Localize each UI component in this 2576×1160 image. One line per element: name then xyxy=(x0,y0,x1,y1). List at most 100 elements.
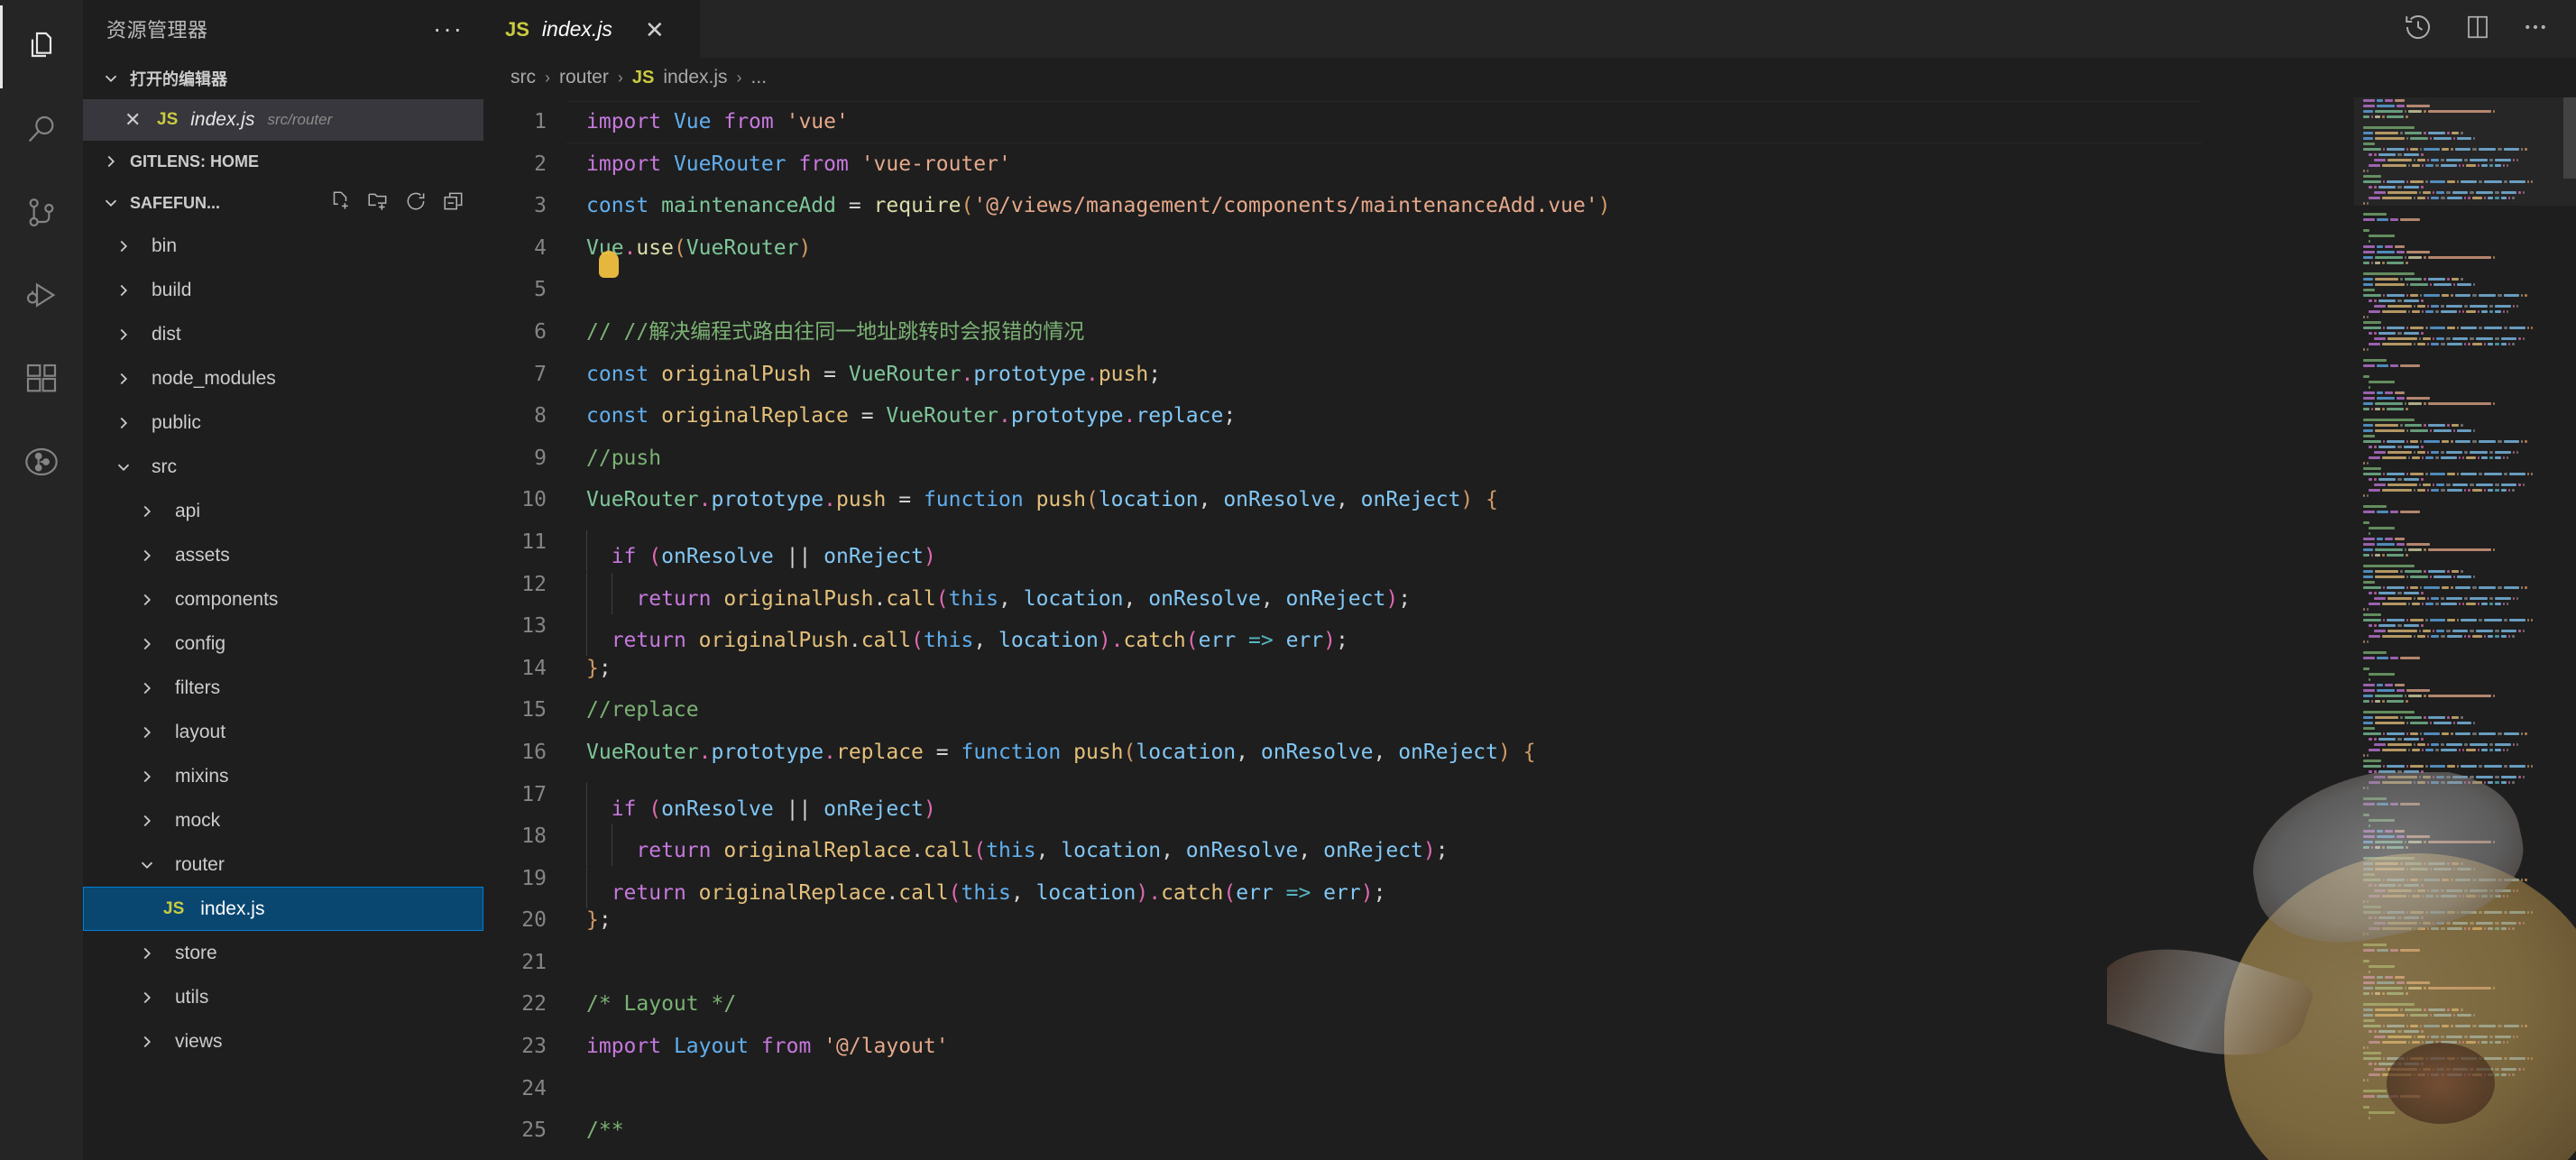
tree-item-mock[interactable]: mock xyxy=(83,798,483,842)
chevron-right-icon[interactable] xyxy=(135,502,159,521)
chevron-right-icon[interactable] xyxy=(135,590,159,610)
split-editor-icon[interactable] xyxy=(2464,14,2491,45)
code-line[interactable]: 19 return originalReplace.call(this, loc… xyxy=(483,858,2354,908)
minimap-token xyxy=(2470,922,2474,925)
tree-item-components[interactable]: components xyxy=(83,577,483,621)
activity-item-explorer[interactable] xyxy=(0,5,83,88)
code-line[interactable]: 20}; xyxy=(483,899,2354,942)
activity-item-extensions[interactable] xyxy=(0,337,83,420)
code-line[interactable]: 6// //解决编程式路由往同一地址跳转时会报错的情况 xyxy=(483,311,2354,354)
new-folder-icon[interactable] xyxy=(366,189,390,217)
section-open-editors[interactable]: 打开的编辑器 xyxy=(83,58,483,99)
code-line[interactable]: 26 * Note: 路由配置项 xyxy=(483,1152,2354,1160)
activity-item-gitlens[interactable] xyxy=(0,420,83,503)
chevron-down-icon[interactable] xyxy=(112,457,135,477)
open-editor-item[interactable]: ✕ JS index.js src/router xyxy=(83,99,483,141)
vertical-scrollbar[interactable] xyxy=(2563,97,2576,179)
history-icon[interactable] xyxy=(2403,12,2433,47)
tree-item-node-modules[interactable]: node_modules xyxy=(83,356,483,400)
code-line[interactable]: 8 const originalReplace = VueRouter.proto… xyxy=(483,395,2354,437)
sidebar-more-actions-icon[interactable]: ··· xyxy=(433,16,464,41)
tree-item-public[interactable]: public xyxy=(83,400,483,445)
chevron-down-icon[interactable] xyxy=(135,855,159,875)
code-line[interactable]: 5 xyxy=(483,269,2354,311)
refresh-icon[interactable] xyxy=(404,189,428,217)
activity-item-source-control[interactable] xyxy=(0,171,83,254)
code-line[interactable]: 2 import VueRouter from 'vue-router' xyxy=(483,143,2354,186)
tab-index-js[interactable]: JS index.js ✕ xyxy=(483,0,700,58)
code-line[interactable]: 13 return originalPush.call(this, locati… xyxy=(483,605,2354,657)
chevron-right-icon[interactable] xyxy=(135,1032,159,1052)
code-line[interactable]: 22/* Layout */ xyxy=(483,983,2354,1026)
section-gitlens-home[interactable]: GITLENS: HOME xyxy=(83,141,483,182)
tree-item-assets[interactable]: assets xyxy=(83,533,483,577)
chevron-right-icon[interactable] xyxy=(135,634,159,654)
code-line[interactable]: 7 const originalPush = VueRouter.prototyp… xyxy=(483,354,2354,396)
chevron-right-icon[interactable] xyxy=(135,811,159,831)
tree-item-mixins[interactable]: mixins xyxy=(83,754,483,798)
chevron-right-icon[interactable] xyxy=(112,325,135,345)
tree-item-dist[interactable]: dist xyxy=(83,312,483,356)
tree-item-store[interactable]: store xyxy=(83,931,483,975)
minimap-token xyxy=(2382,749,2406,751)
close-icon[interactable]: ✕ xyxy=(124,110,144,130)
more-actions-icon[interactable] xyxy=(2522,14,2549,45)
minimap-token xyxy=(2403,478,2420,481)
tree-item-router[interactable]: router xyxy=(83,842,483,887)
tree-item-config[interactable]: config xyxy=(83,621,483,666)
code-line[interactable]: 10 VueRouter.prototype.push = function pu… xyxy=(483,479,2354,521)
activity-item-run-and-debug[interactable] xyxy=(0,254,83,337)
minimap[interactable] xyxy=(2354,97,2576,1160)
code-line[interactable]: 12 return originalPush.call(this, locati… xyxy=(483,564,2354,614)
code-line[interactable]: 11 if (onResolve || onReject) xyxy=(483,521,2354,572)
tree-item-filters[interactable]: filters xyxy=(83,666,483,710)
chevron-right-icon[interactable] xyxy=(135,944,159,963)
tree-item-bin[interactable]: bin xyxy=(83,224,483,268)
code-line[interactable]: 16 VueRouter.prototype.replace = function… xyxy=(483,732,2354,774)
section-project-root[interactable]: SAFEFUN... xyxy=(83,182,483,224)
code-line[interactable]: 24 xyxy=(483,1068,2354,1110)
tree-item-utils[interactable]: utils xyxy=(83,975,483,1019)
minimap-slider[interactable] xyxy=(2354,97,2576,206)
breadcrumb-item-symbols[interactable]: ... xyxy=(751,67,768,88)
breadcrumb-item-router[interactable]: router xyxy=(559,67,609,88)
chevron-right-icon[interactable] xyxy=(135,678,159,698)
minimap-token xyxy=(2369,381,2395,383)
code-line[interactable]: 14}; xyxy=(483,648,2354,690)
chevron-right-icon[interactable] xyxy=(135,767,159,787)
tree-item-index-js[interactable]: JS index.js xyxy=(83,887,483,931)
code-editor[interactable]: 1 import Vue from 'vue' 2 import VueRouter … xyxy=(483,97,2354,1160)
code-line[interactable]: 18 return originalReplace.call(this, loc… xyxy=(483,815,2354,867)
close-icon[interactable]: ✕ xyxy=(645,18,665,41)
chevron-right-icon[interactable] xyxy=(112,236,135,256)
chevron-right-icon[interactable] xyxy=(135,723,159,742)
tree-item-layout[interactable]: layout xyxy=(83,710,483,754)
minimap-token xyxy=(2363,640,2366,643)
tree-item-src[interactable]: src xyxy=(83,445,483,489)
breadcrumb-item-src[interactable]: src xyxy=(511,67,536,88)
chevron-right-icon[interactable] xyxy=(112,281,135,300)
tree-item-build[interactable]: build xyxy=(83,268,483,312)
code-token: err xyxy=(1198,629,1237,653)
new-file-icon[interactable] xyxy=(328,189,352,217)
code-line[interactable]: 15//replace xyxy=(483,689,2354,732)
tree-item-api[interactable]: api xyxy=(83,489,483,533)
collapse-all-icon[interactable] xyxy=(442,189,465,217)
code-line[interactable]: 25/** xyxy=(483,1109,2354,1152)
breadcrumb-item-file[interactable]: index.js xyxy=(663,67,727,88)
code-line[interactable]: 21 xyxy=(483,942,2354,984)
code-line[interactable]: 3 const maintenanceAdd = require('@/views… xyxy=(483,185,2354,227)
code-line[interactable]: 4 Vue.use(VueRouter) xyxy=(483,227,2354,270)
code-line[interactable]: 1 import Vue from 'vue' xyxy=(483,101,2354,143)
chevron-right-icon[interactable] xyxy=(135,546,159,566)
activity-item-search[interactable] xyxy=(0,88,83,171)
chevron-right-icon[interactable] xyxy=(112,413,135,433)
chevron-right-icon[interactable] xyxy=(112,369,135,389)
code-line[interactable]: 17 if (onResolve || onReject) xyxy=(483,774,2354,824)
code-line[interactable]: 9//push xyxy=(483,437,2354,480)
minimap-token xyxy=(2394,245,2405,248)
lightbulb-quickfix-icon[interactable] xyxy=(599,251,619,278)
code-line[interactable]: 23 import Layout from '@/layout' xyxy=(483,1026,2354,1068)
tree-item-views[interactable]: views xyxy=(83,1019,483,1063)
chevron-right-icon[interactable] xyxy=(135,988,159,1008)
